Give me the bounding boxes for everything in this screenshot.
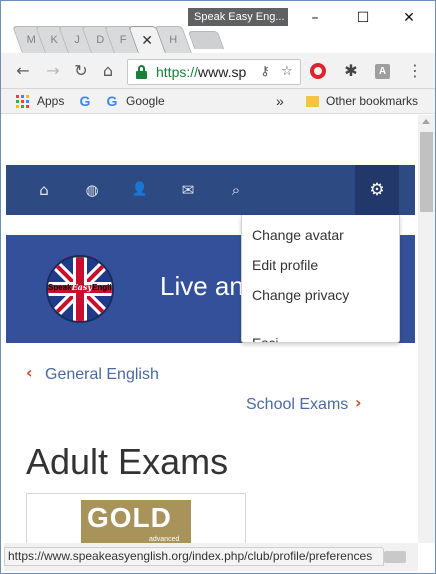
menu-item-esci[interactable]: Esci (252, 335, 278, 342)
opera-extension-icon[interactable] (310, 63, 326, 79)
logo-text: SpeakEasyEnglish (48, 282, 112, 292)
back-icon[interactable]: ← (13, 61, 33, 81)
browser-window: Speak Easy Eng... – ☐ ✕ M K J D F ✕ H ← … (0, 0, 436, 574)
prev-page-link[interactable]: General English (45, 366, 159, 384)
apps-grid-icon[interactable] (16, 95, 29, 108)
globe-icon[interactable]: ◍ (82, 180, 102, 200)
translate-extension-icon[interactable]: A (375, 64, 390, 79)
scroll-up-arrow-icon[interactable] (422, 119, 430, 124)
lock-icon[interactable] (136, 65, 147, 79)
settings-dropdown: Change avatar Edit profile Change privac… (241, 215, 400, 343)
next-page-link[interactable]: School Exams (246, 396, 348, 414)
star-icon[interactable]: ☆ (278, 63, 296, 81)
bookmark-google[interactable]: Google (126, 89, 165, 113)
title-bar: Speak Easy Eng... – ☐ ✕ M K J D F ✕ H (1, 1, 435, 53)
bookmark-apps[interactable]: Apps (37, 89, 64, 113)
address-bar[interactable]: https://www.sp ⚷ ☆ (127, 59, 301, 85)
url-host: www.sp (198, 64, 247, 80)
tab-close-icon[interactable]: ✕ (134, 27, 160, 53)
reload-icon[interactable]: ↻ (71, 61, 91, 81)
close-window-button[interactable]: ✕ (399, 9, 419, 27)
menu-item-change-privacy[interactable]: Change privacy (252, 287, 349, 303)
menu-item-change-avatar[interactable]: Change avatar (252, 227, 344, 243)
browser-toolbar: ← → ↻ ⌂ https://www.sp ⚷ ☆ ✱ A ⋮ (1, 53, 435, 89)
exam-card[interactable]: GOLD advanced (26, 493, 246, 543)
tab-tooltip: Speak Easy Eng... (188, 8, 288, 26)
settings-button[interactable]: ⚙ (355, 165, 399, 215)
envelope-icon[interactable]: ✉ (178, 180, 198, 200)
main-content: ‹ General English School Exams › Adult E… (1, 343, 418, 543)
home-icon[interactable]: ⌂ (34, 180, 54, 200)
gear-icon: ⚙ (369, 180, 385, 200)
more-bookmarks-icon[interactable]: » (276, 89, 284, 113)
menu-icon[interactable]: ⋮ (405, 61, 425, 81)
home-icon[interactable]: ⌂ (98, 61, 118, 81)
new-tab-button[interactable] (187, 31, 225, 49)
tab-strip: M K J D F ✕ H (12, 26, 433, 53)
user-icon[interactable]: 👤 (130, 180, 150, 200)
chevron-left-icon[interactable]: ‹ (26, 363, 33, 382)
google-g-icon[interactable]: G (105, 93, 119, 109)
bookmark-other[interactable]: Other bookmarks (326, 89, 418, 113)
bug-extension-icon[interactable]: ✱ (341, 61, 361, 81)
site-navbar: ⌂ ◍ 👤 ✉ ⌕ ⚙ (6, 165, 415, 215)
menu-item-edit-profile[interactable]: Edit profile (252, 257, 318, 273)
vertical-scrollbar[interactable] (418, 115, 435, 543)
scroll-thumb[interactable] (420, 132, 433, 212)
gold-sublabel: advanced (149, 536, 180, 543)
gold-badge-image: GOLD advanced (81, 500, 191, 543)
minimize-button[interactable]: – (305, 9, 325, 27)
url-text[interactable]: https://www.sp (156, 60, 251, 84)
horizontal-scroll-thumb[interactable] (384, 551, 406, 563)
gold-label: GOLD (87, 502, 172, 533)
banner-title: Live an (160, 271, 244, 301)
maximize-button[interactable]: ☐ (353, 9, 373, 27)
folder-icon (306, 96, 319, 107)
page-title: Adult Exams (26, 441, 229, 482)
url-scheme: https:// (156, 64, 199, 80)
bookmarks-bar: Apps G G Google » Other bookmarks (1, 89, 435, 114)
forward-icon[interactable]: → (43, 61, 63, 81)
speak-easy-english-logo[interactable]: SpeakEasyEnglish (46, 255, 114, 323)
chevron-right-icon[interactable]: › (355, 393, 362, 412)
status-bar-url: https://www.speakeasyenglish.org/index.p… (4, 547, 384, 566)
key-icon[interactable]: ⚷ (256, 63, 274, 81)
search-icon[interactable]: ⌕ (226, 180, 246, 200)
google-g-icon[interactable]: G (78, 93, 92, 109)
web-page: ⌂ ◍ 👤 ✉ ⌕ ⚙ SpeakEasyEngli Live an Chang… (1, 115, 418, 543)
